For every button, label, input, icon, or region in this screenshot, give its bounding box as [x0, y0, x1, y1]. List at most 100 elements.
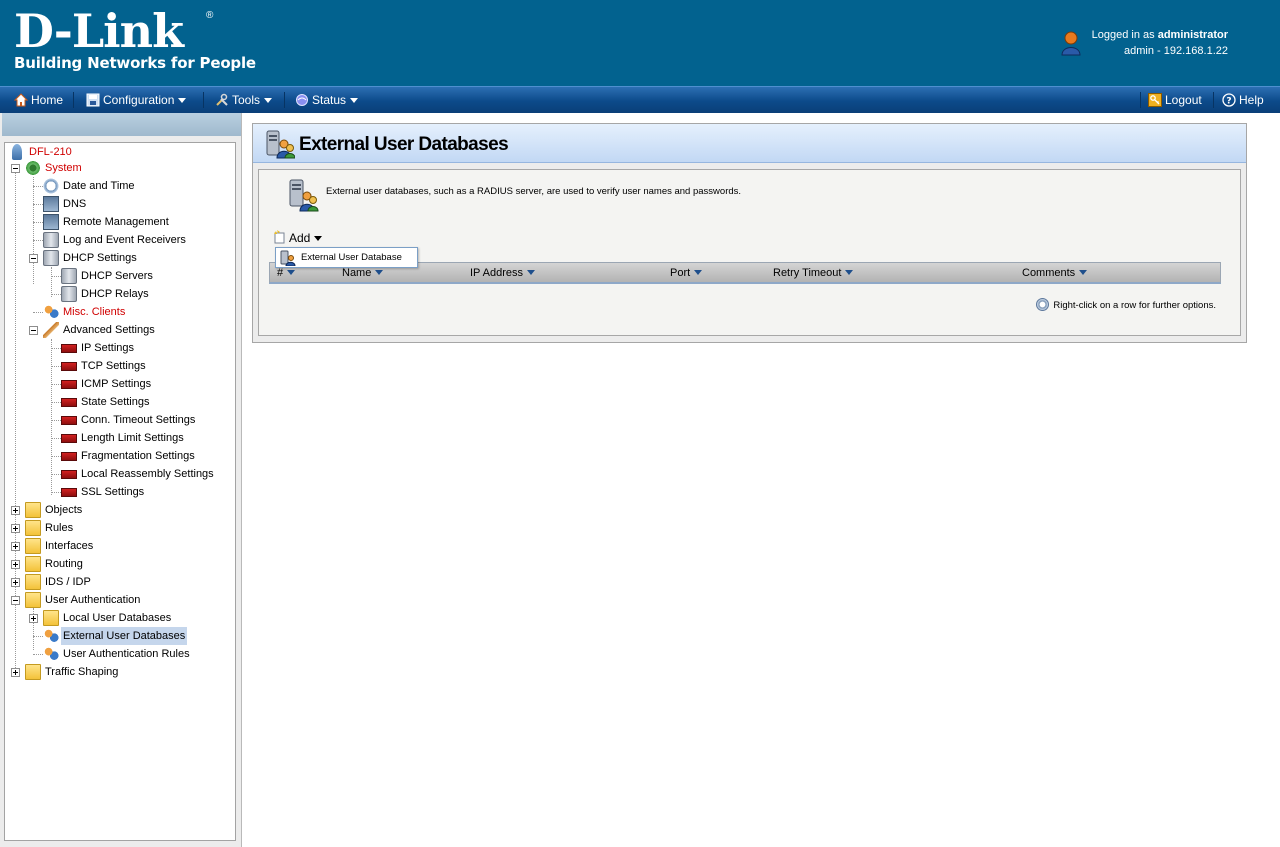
users-folder-icon	[43, 610, 59, 626]
routing-folder-icon	[25, 556, 41, 572]
tree-line	[51, 339, 52, 495]
sort-down-icon	[287, 270, 296, 275]
menu-configuration[interactable]: Configuration	[86, 87, 187, 113]
main-panel: External User Databases External user da…	[252, 123, 1247, 343]
add-button[interactable]: Add	[272, 229, 323, 247]
settings-badge-icon	[61, 434, 77, 443]
log-receiver-icon	[43, 232, 59, 248]
dhcp-settings-icon	[43, 250, 59, 266]
navigation-panel-header	[2, 113, 241, 136]
menu-separator	[1213, 92, 1214, 108]
chevron-down-icon	[314, 236, 323, 241]
logout-button[interactable]: Logout	[1148, 87, 1202, 113]
menu-configuration-label: Configuration	[103, 93, 175, 107]
help-icon: ?	[1222, 93, 1236, 107]
save-disk-icon	[86, 93, 100, 107]
info-icon	[1036, 298, 1050, 311]
logo-registered-mark: ®	[206, 10, 214, 21]
settings-badge-icon	[61, 416, 77, 425]
collapse-advanced-toggle[interactable]	[29, 326, 38, 335]
folder-icon	[25, 502, 41, 518]
tree-line	[51, 438, 61, 439]
home-icon	[14, 93, 28, 107]
chevron-down-icon	[350, 98, 359, 103]
tree-line	[51, 384, 61, 385]
add-dropdown-menu: External User Database	[275, 247, 418, 268]
tools-icon	[43, 322, 59, 338]
remote-management-icon	[43, 214, 59, 230]
logo-tagline: Building Networks for People	[14, 54, 256, 72]
settings-badge-icon	[61, 470, 77, 479]
sort-down-icon	[1079, 270, 1088, 275]
users-rules-icon	[43, 646, 59, 662]
tree-line	[51, 474, 61, 475]
settings-badge-icon	[61, 362, 77, 371]
rules-folder-icon	[25, 520, 41, 536]
tree-line	[51, 267, 52, 297]
user-database-icon	[266, 130, 295, 159]
tree-line	[33, 186, 43, 187]
settings-badge-icon	[61, 380, 77, 389]
collapse-system-toggle[interactable]	[11, 164, 20, 173]
expand-routing-toggle[interactable]	[11, 560, 20, 569]
tree-line	[33, 177, 34, 284]
menu-bar: Home Configuration Tools Status Logout ?…	[0, 86, 1280, 113]
menu-separator	[284, 92, 285, 108]
tree-line	[51, 348, 61, 349]
tree-line	[33, 312, 43, 313]
navigation-tree: DFL-210 System Date and Time DNS Remote …	[4, 142, 236, 841]
tree-line	[51, 276, 61, 277]
menu-separator	[73, 92, 74, 108]
menu-tools-label: Tools	[232, 93, 261, 107]
collapse-user-auth-toggle[interactable]	[11, 596, 20, 605]
page-title: External User Databases	[299, 134, 509, 155]
page-description: External user databases, such as a RADIU…	[326, 186, 742, 197]
column-header-comments[interactable]: Comments	[1022, 263, 1088, 283]
sort-down-icon	[375, 270, 384, 275]
column-header-port[interactable]: Port	[670, 263, 703, 283]
dns-icon	[43, 196, 59, 212]
chevron-down-icon	[264, 98, 273, 103]
key-icon	[1148, 93, 1162, 107]
context-hint: Right-click on a row for further options…	[1036, 298, 1216, 314]
help-button[interactable]: ? Help	[1222, 87, 1264, 113]
expand-local-user-db-toggle[interactable]	[29, 614, 38, 623]
context-hint-text: Right-click on a row for further options…	[1053, 300, 1216, 311]
logout-label: Logout	[1165, 93, 1202, 107]
tree-line	[33, 222, 43, 223]
tree-line	[33, 240, 43, 241]
settings-badge-icon	[61, 488, 77, 497]
page-title-bar: External User Databases	[253, 124, 1246, 163]
expand-traffic-shaping-toggle[interactable]	[11, 668, 20, 677]
traffic-shaping-folder-icon	[25, 664, 41, 680]
menu-home[interactable]: Home	[14, 87, 63, 113]
device-icon	[12, 144, 22, 160]
expand-interfaces-toggle[interactable]	[11, 542, 20, 551]
menu-item-external-user-database[interactable]: External User Database	[301, 248, 402, 267]
expand-ids-toggle[interactable]	[11, 578, 20, 587]
tree-line	[33, 654, 43, 655]
gear-icon	[25, 160, 41, 176]
relay-icon	[61, 286, 77, 302]
menu-tools[interactable]: Tools	[215, 87, 273, 113]
menu-status[interactable]: Status	[295, 87, 359, 113]
expand-objects-toggle[interactable]	[11, 506, 20, 515]
collapse-dhcp-toggle[interactable]	[29, 254, 38, 263]
tree-line	[51, 294, 61, 295]
expand-rules-toggle[interactable]	[11, 524, 20, 533]
tree-line	[51, 366, 61, 367]
add-button-label: Add	[289, 231, 311, 245]
column-header-ip-address[interactable]: IP Address	[470, 263, 535, 283]
chevron-down-icon	[178, 98, 187, 103]
tree-line	[33, 636, 43, 637]
menu-home-label: Home	[31, 93, 64, 107]
clients-icon	[43, 304, 59, 320]
user-database-icon	[280, 250, 296, 266]
tree-line	[51, 420, 61, 421]
column-header-retry-timeout[interactable]: Retry Timeout	[773, 263, 854, 283]
content-box: External user databases, such as a RADIU…	[258, 169, 1241, 336]
clock-icon	[43, 178, 59, 194]
server-icon	[61, 268, 77, 284]
ids-folder-icon	[25, 574, 41, 590]
interfaces-folder-icon	[25, 538, 41, 554]
